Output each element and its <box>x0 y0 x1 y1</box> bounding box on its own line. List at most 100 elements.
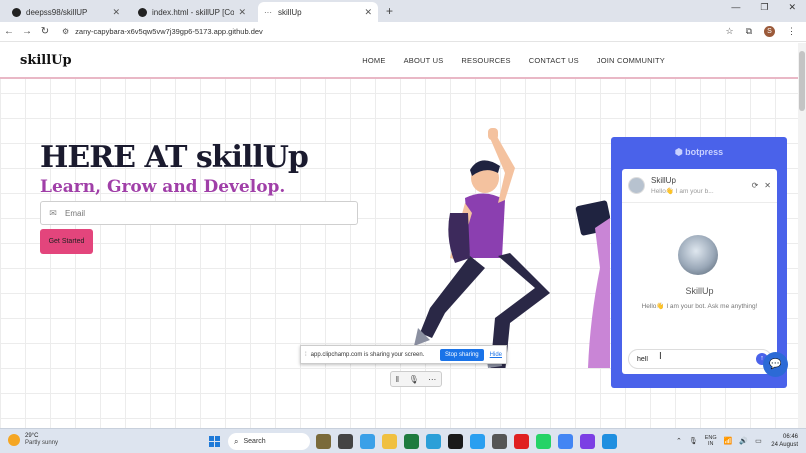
nav-contact-us[interactable]: CONTACT US <box>529 56 579 65</box>
microphone-tray-icon[interactable]: 🎙 <box>689 437 698 445</box>
task-view-icon[interactable] <box>338 434 353 449</box>
file-explorer-icon[interactable] <box>382 434 397 449</box>
browser-toolbar: ← → ↻ ⚙ zany-capybara-x6v5qw5vw7j39gp6-5… <box>0 22 806 42</box>
more-icon[interactable]: ⋯ <box>428 375 436 384</box>
stop-sharing-button[interactable]: Stop sharing <box>439 348 484 361</box>
maximize-button[interactable]: ❐ <box>760 2 768 13</box>
menu-dots-icon[interactable]: ⋮ <box>787 26 796 37</box>
browser-tab-codespace[interactable]: index.html - skillUP [Codespac ✕ <box>132 2 252 22</box>
address-bar[interactable]: ⚙ zany-capybara-x6v5qw5vw7j39gp6-5173.ap… <box>62 27 725 36</box>
hide-link[interactable]: Hide <box>490 352 502 358</box>
loading-dots-icon: ··· <box>264 7 272 17</box>
chat-message-input[interactable] <box>637 355 756 363</box>
tab-title: index.html - skillUP [Codespac <box>152 7 235 17</box>
page-scrollbar[interactable] <box>798 43 806 428</box>
tab-title: deepss98/skillUP <box>26 7 88 17</box>
close-tab-icon[interactable]: ✕ <box>112 7 120 18</box>
recording-mini-toolbar: ‖ 🎙 ⋯ <box>390 371 442 387</box>
url-text: zany-capybara-x6v5qw5vw7j39gp6-5173.app.… <box>75 27 263 36</box>
close-window-button[interactable]: ✕ <box>788 2 796 13</box>
chat-bubble-icon: 💬 <box>769 359 782 370</box>
github-icon <box>12 7 21 17</box>
windows-start-icon[interactable] <box>209 436 220 447</box>
hero-title: HERE AT skillUp <box>40 140 309 175</box>
text-cursor-icon: I <box>659 351 662 362</box>
microphone-icon[interactable]: 🎙 <box>409 375 419 384</box>
pause-icon[interactable]: ‖ <box>396 375 399 384</box>
site-logo[interactable]: skillUp <box>20 53 72 68</box>
refresh-icon[interactable]: ⟳ <box>752 181 759 190</box>
windows-taskbar: 29°C Partly sunny ⌕ Search ⌃ 🎙 ENG IN 📶 … <box>0 428 806 453</box>
taskbar-search[interactable]: ⌕ Search <box>228 433 310 450</box>
hero-subtitle: Learn, Grow and Develop. <box>40 177 286 197</box>
botpress-logo-icon: ⬢ <box>674 147 686 157</box>
telegram-icon[interactable] <box>470 434 485 449</box>
chat-composer: ↑ <box>628 349 772 369</box>
system-tray: ⌃ 🎙 ENG IN 📶 🔊 ▭ <box>676 435 762 447</box>
browser-tab-skillup[interactable]: ··· skillUp ✕ <box>258 2 378 22</box>
profile-avatar[interactable]: S <box>764 26 775 37</box>
edge-icon[interactable] <box>426 434 441 449</box>
bot-avatar <box>628 177 645 194</box>
weather-temp: 29°C <box>25 433 39 439</box>
volume-icon[interactable]: 🔊 <box>739 437 748 445</box>
wifi-icon[interactable]: 📶 <box>724 437 733 445</box>
excel-icon[interactable] <box>404 434 419 449</box>
nav-about-us[interactable]: ABOUT US <box>404 56 444 65</box>
bot-title: SkillUp <box>685 286 714 296</box>
email-input[interactable] <box>65 208 357 218</box>
github-icon <box>138 7 147 17</box>
taskbar-search-label: Search <box>243 438 266 445</box>
tab-title: skillUp <box>278 7 302 17</box>
browser-actions: ☆ ⧉ S ⋮ <box>725 26 806 37</box>
bot-name: SkillUp <box>651 176 676 185</box>
new-tab-button[interactable]: + <box>386 4 393 18</box>
minimize-button[interactable]: — <box>731 2 740 13</box>
weather-desc: Partly sunny <box>25 440 59 446</box>
back-icon[interactable]: ← <box>0 26 18 37</box>
dell-icon[interactable] <box>492 434 507 449</box>
site-info-icon[interactable]: ⚙ <box>62 27 69 36</box>
chrome-icon[interactable] <box>558 434 573 449</box>
game-app-icon[interactable] <box>316 434 331 449</box>
browser-tab-github[interactable]: deepss98/skillUP ✕ <box>6 2 126 22</box>
chat-launcher-button[interactable]: 💬 <box>763 352 788 377</box>
language-indicator[interactable]: ENG IN <box>705 435 717 447</box>
mail-icon: ✉ <box>49 207 57 218</box>
chevron-up-icon[interactable]: ⌃ <box>676 437 682 445</box>
close-tab-icon[interactable]: ✕ <box>238 7 246 18</box>
botpress-chat-panel: ⬢ botpress SkillUp Hello👋 I am your b...… <box>611 137 787 388</box>
get-started-button[interactable]: Get Started <box>40 229 93 254</box>
extensions-icon[interactable]: ⧉ <box>746 26 752 37</box>
vscode-icon[interactable] <box>602 434 617 449</box>
youtube-icon[interactable] <box>514 434 529 449</box>
clipchamp-icon[interactable] <box>580 434 595 449</box>
window-controls: — ❐ ✕ <box>731 2 806 13</box>
drag-handle-icon[interactable]: ⁞ <box>305 352 307 358</box>
browser-tab-strip: deepss98/skillUP ✕ index.html - skillUP … <box>0 0 806 22</box>
battery-icon[interactable]: ▭ <box>755 437 762 445</box>
close-tab-icon[interactable]: ✕ <box>364 7 372 18</box>
nav-resources[interactable]: RESOURCES <box>461 56 510 65</box>
close-icon[interactable]: ✕ <box>764 181 771 190</box>
nav-join-community[interactable]: JOIN COMMUNITY <box>597 56 665 65</box>
sun-icon <box>8 434 20 446</box>
bookmark-star-icon[interactable]: ☆ <box>725 26 733 37</box>
forward-icon[interactable]: → <box>18 26 36 37</box>
scrollbar-thumb[interactable] <box>799 51 805 111</box>
bot-description: Hello👋 I am your bot. Ask me anything! <box>641 303 758 310</box>
weather-widget[interactable]: 29°C Partly sunny <box>8 433 58 447</box>
site-nav: HOME ABOUT US RESOURCES CONTACT US JOIN … <box>362 56 665 65</box>
nav-home[interactable]: HOME <box>362 56 385 65</box>
chat-header: SkillUp Hello👋 I am your b... ⟳ ✕ <box>622 169 777 203</box>
bot-avatar-large <box>678 235 718 275</box>
email-field[interactable]: ✉ <box>40 201 358 225</box>
taskbar-clock[interactable]: 06:46 24 August <box>771 433 798 449</box>
whatsapp-icon[interactable] <box>536 434 551 449</box>
copilot-icon[interactable] <box>360 434 375 449</box>
store-icon[interactable] <box>448 434 463 449</box>
reload-icon[interactable]: ↻ <box>36 26 54 37</box>
bot-preview-text: Hello👋 I am your b... <box>651 188 714 195</box>
taskbar-apps <box>316 434 617 449</box>
botpress-brand: ⬢ botpress <box>674 147 724 157</box>
